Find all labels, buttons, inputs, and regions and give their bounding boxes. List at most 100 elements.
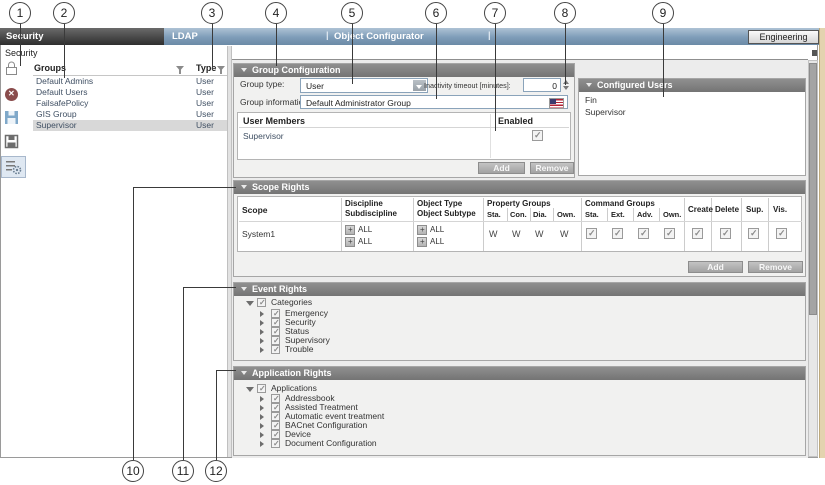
- collapse-icon[interactable]: [241, 287, 247, 291]
- tab-object-configurator[interactable]: Object Configurator: [334, 32, 424, 42]
- object-subtype-col-header[interactable]: Object Subtype: [417, 210, 476, 218]
- cancel-icon[interactable]: [5, 88, 18, 101]
- group-row[interactable]: Default Users: [36, 88, 88, 97]
- scope-row-name[interactable]: System1: [242, 230, 275, 239]
- property-sub-header[interactable]: Con.: [510, 211, 527, 219]
- enabled-header[interactable]: Enabled: [498, 117, 533, 126]
- add-user-button[interactable]: Add: [478, 162, 525, 174]
- configured-user[interactable]: Supervisor: [585, 108, 626, 117]
- category-checkbox[interactable]: [271, 327, 280, 336]
- sup-col-header[interactable]: Sup.: [746, 206, 763, 214]
- command-sub-header[interactable]: Ext.: [611, 211, 625, 219]
- expand-icon[interactable]: [260, 347, 264, 353]
- group-row[interactable]: GIS Group: [36, 110, 77, 119]
- expand-icon[interactable]: [260, 329, 264, 335]
- discipline-value[interactable]: ALL: [358, 226, 372, 234]
- group-row[interactable]: FailsafePolicy: [36, 99, 88, 108]
- tree-item-label[interactable]: Document Configuration: [285, 439, 377, 448]
- spinner-up-icon[interactable]: [563, 80, 569, 90]
- discipline-col-header[interactable]: Discipline: [345, 200, 383, 208]
- category-checkbox[interactable]: [271, 309, 280, 318]
- group-row-type[interactable]: User: [196, 121, 214, 130]
- tree-root-label[interactable]: Categories: [271, 298, 312, 307]
- expand-icon[interactable]: [260, 396, 264, 402]
- command-sub-header[interactable]: Own.: [663, 211, 681, 219]
- group-settings-tool-selected[interactable]: [1, 156, 26, 178]
- object-type-col-header[interactable]: Object Type: [417, 200, 462, 208]
- lock-icon[interactable]: [5, 61, 18, 81]
- collapse-icon[interactable]: [586, 83, 592, 87]
- delete-checkbox[interactable]: [720, 228, 731, 239]
- expand-icon[interactable]: [260, 405, 264, 411]
- object-type-value[interactable]: ALL: [430, 226, 444, 234]
- group-row-selected[interactable]: Supervisor: [36, 121, 77, 130]
- scrollbar-thumb[interactable]: [809, 63, 817, 315]
- application-checkbox[interactable]: [271, 421, 280, 430]
- property-sub-header[interactable]: Own.: [557, 211, 575, 219]
- collapse-icon[interactable]: [241, 68, 247, 72]
- us-flag-icon[interactable]: [549, 98, 564, 109]
- group-row-type[interactable]: User: [196, 99, 214, 108]
- category-checkbox[interactable]: [271, 345, 280, 354]
- add-scope-button[interactable]: Add: [688, 261, 743, 273]
- category-checkbox[interactable]: [271, 318, 280, 327]
- expand-icon[interactable]: [260, 414, 264, 420]
- expand-button[interactable]: [345, 237, 355, 247]
- collapse-icon[interactable]: [241, 185, 247, 189]
- pin-icon[interactable]: [812, 50, 817, 56]
- group-configuration-header[interactable]: Group Configuration: [234, 64, 574, 77]
- configured-user[interactable]: Fin: [585, 96, 597, 105]
- group-row[interactable]: Default Admins: [36, 77, 93, 86]
- save-all-icon[interactable]: [4, 134, 19, 154]
- expand-icon[interactable]: [260, 311, 264, 317]
- groups-column-header[interactable]: Groups: [34, 64, 66, 73]
- group-information-input[interactable]: Default Administrator Group: [300, 95, 568, 109]
- group-row-type[interactable]: User: [196, 77, 214, 86]
- vis-checkbox[interactable]: [776, 228, 787, 239]
- user-members-header[interactable]: User Members: [243, 117, 305, 126]
- collapse-icon[interactable]: [241, 371, 247, 375]
- remove-scope-button[interactable]: Remove: [748, 261, 803, 273]
- application-checkbox[interactable]: [271, 412, 280, 421]
- collapse-icon[interactable]: [246, 301, 254, 306]
- group-type-dropdown[interactable]: User: [300, 78, 428, 93]
- command-checkbox[interactable]: [612, 228, 623, 239]
- expand-button[interactable]: [345, 225, 355, 235]
- command-sub-header[interactable]: Adv.: [637, 211, 653, 219]
- expand-icon[interactable]: [260, 441, 264, 447]
- object-subtype-value[interactable]: ALL: [430, 238, 444, 246]
- remove-user-button[interactable]: Remove: [530, 162, 574, 174]
- command-sub-header[interactable]: Sta.: [585, 211, 599, 219]
- expand-icon[interactable]: [260, 320, 264, 326]
- tab-security[interactable]: Security: [0, 28, 164, 45]
- application-checkbox[interactable]: [271, 430, 280, 439]
- enabled-checkbox[interactable]: [532, 130, 543, 141]
- expand-button[interactable]: [417, 237, 427, 247]
- application-checkbox[interactable]: [271, 403, 280, 412]
- expand-icon[interactable]: [260, 338, 264, 344]
- expand-icon[interactable]: [260, 423, 264, 429]
- expand-icon[interactable]: [260, 432, 264, 438]
- application-checkbox[interactable]: [271, 439, 280, 448]
- subdiscipline-col-header[interactable]: Subdiscipline: [345, 210, 397, 218]
- collapse-icon[interactable]: [246, 387, 254, 392]
- sup-checkbox[interactable]: [748, 228, 759, 239]
- create-checkbox[interactable]: [692, 228, 703, 239]
- configured-users-header[interactable]: Configured Users: [579, 79, 805, 92]
- group-row-type[interactable]: User: [196, 110, 214, 119]
- application-rights-header[interactable]: Application Rights: [234, 367, 805, 380]
- command-checkbox[interactable]: [638, 228, 649, 239]
- tree-item-label[interactable]: Trouble: [285, 345, 314, 354]
- group-row-type[interactable]: User: [196, 88, 214, 97]
- save-icon[interactable]: [4, 110, 19, 130]
- scope-rights-header[interactable]: Scope Rights: [234, 181, 805, 194]
- inactivity-timeout-input[interactable]: 0: [523, 78, 561, 92]
- applications-checkbox[interactable]: [257, 384, 266, 393]
- vis-col-header[interactable]: Vis.: [773, 206, 787, 214]
- category-checkbox[interactable]: [271, 336, 280, 345]
- create-col-header[interactable]: Create: [688, 206, 713, 214]
- command-checkbox[interactable]: [664, 228, 675, 239]
- engineering-button[interactable]: Engineering: [748, 30, 819, 44]
- command-checkbox[interactable]: [586, 228, 597, 239]
- tree-root-label[interactable]: Applications: [271, 384, 317, 393]
